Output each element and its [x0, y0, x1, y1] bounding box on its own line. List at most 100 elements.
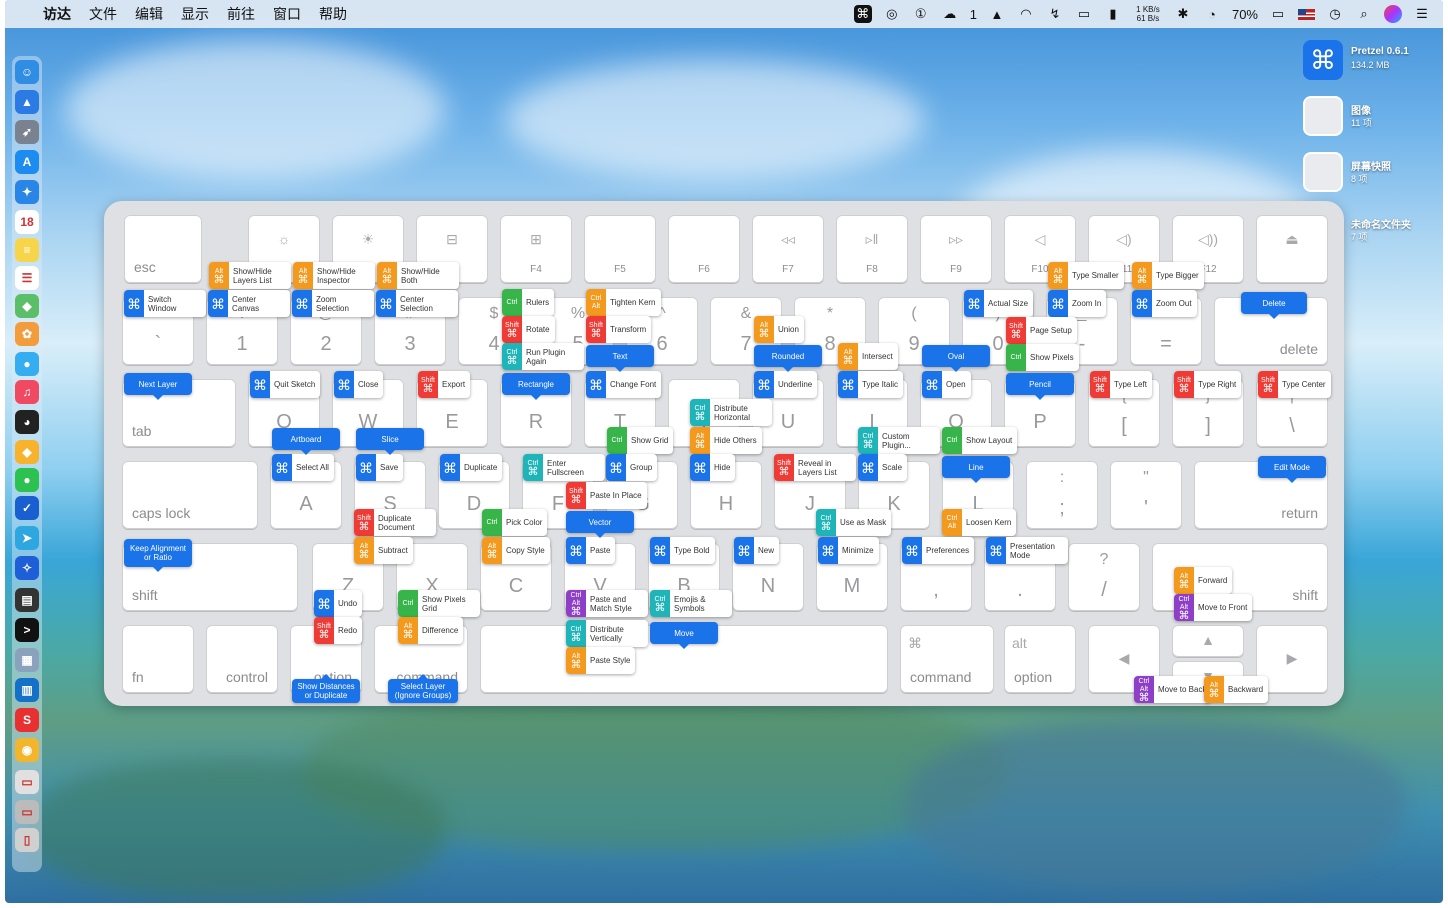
notes-icon[interactable]: ≡	[15, 238, 39, 262]
shortcut-chip: ⌘ Presentation Mode	[986, 537, 1068, 564]
pretzel-status-icon[interactable]: ⌘	[853, 5, 872, 23]
tasks-icon[interactable]: ✓	[15, 496, 39, 520]
command-icon: ⌘	[570, 658, 582, 671]
telegram-icon[interactable]: ➤	[15, 526, 39, 550]
qq-icon[interactable]: ◕	[15, 410, 39, 434]
menu-window[interactable]: 窗口	[273, 4, 301, 24]
pin-icon[interactable]: ↯	[1046, 5, 1064, 23]
modifier-badge: Shift ⌘	[586, 316, 606, 343]
desktop-item-pretzel[interactable]: ⌘ Pretzel 0.6.1 134.2 MB	[1303, 40, 1433, 84]
key-legend: N	[760, 575, 776, 597]
key-control: control	[206, 625, 278, 693]
photos-icon[interactable]: ✿	[15, 322, 39, 346]
launchpad-icon[interactable]: ➶	[15, 120, 39, 144]
butterfly-icon[interactable]: ✧	[15, 556, 39, 580]
menu-go[interactable]: 前往	[227, 4, 255, 24]
stats-icon[interactable]: ▮	[1104, 5, 1122, 23]
menu-file[interactable]: 文件	[89, 4, 117, 24]
reminders-icon[interactable]: ☰	[15, 266, 39, 290]
tool-shortcut-tag: Oval	[922, 345, 990, 372]
wps-icon[interactable]: S	[15, 708, 39, 732]
desktop-item-images[interactable]: 图像 11 项	[1303, 96, 1433, 140]
shortcut-chip: Ctrl Show Grid	[607, 427, 674, 454]
key-glyph-icon: ☀	[361, 231, 375, 247]
preview-icon[interactable]: ▦	[15, 648, 39, 672]
key-legend: M	[843, 575, 861, 597]
wechat-status-icon[interactable]: ☁	[941, 5, 959, 23]
command-icon: ⌘	[862, 438, 874, 451]
clock-icon[interactable]: ◷	[1326, 5, 1344, 23]
modifier-label: Ctrl	[506, 298, 518, 306]
sketch-icon[interactable]: ◆	[15, 440, 39, 464]
key-legend: ,	[933, 579, 939, 601]
trello-icon[interactable]: ▥	[15, 678, 39, 702]
command-icon: ⌘	[211, 295, 225, 312]
key-shift-symbol: *	[826, 305, 834, 322]
command-icon: ⌘	[297, 273, 309, 286]
command-icon: ⌘	[925, 376, 939, 393]
files-icon[interactable]: ▭	[15, 800, 39, 824]
password-status-icon[interactable]: ①	[912, 5, 930, 23]
key-glyph-icon: ◁	[1034, 231, 1046, 247]
wifi-icon[interactable]: ◔	[1203, 5, 1221, 23]
modifier-label: Ctrl	[1010, 353, 1022, 361]
key-shift-symbol: :	[1059, 469, 1065, 486]
command-icon: ⌘	[841, 376, 855, 393]
maps-icon[interactable]: ◆	[15, 294, 39, 318]
siri-icon[interactable]	[1384, 5, 1402, 23]
bluetooth-icon[interactable]: ✱	[1174, 5, 1192, 23]
shortcut-label: Type Smaller	[1072, 271, 1119, 280]
owl-icon[interactable]: ◉	[15, 738, 39, 762]
app-store-icon[interactable]: A	[15, 150, 39, 174]
command-icon: ⌘	[379, 295, 393, 312]
shortcut-chip: Shift ⌘ Type Center	[1258, 371, 1331, 398]
shortcut-label: Move to Front	[1198, 603, 1248, 612]
modifier-badge: Alt ⌘	[1048, 262, 1068, 289]
calendar-icon[interactable]: 18	[15, 210, 39, 234]
display-icon[interactable]: ▭	[1075, 5, 1093, 23]
shortcut-label: Type Right	[1198, 380, 1237, 389]
battery-percent: 70%	[1231, 6, 1258, 22]
terminal-icon[interactable]: >	[15, 618, 39, 642]
notification-bell-icon[interactable]: ▲	[988, 5, 1006, 23]
control-center-icon[interactable]: ☰	[1413, 5, 1431, 23]
shortcut-chip: ⌘ Undo	[314, 590, 363, 617]
key-label: F6	[698, 264, 710, 275]
finder-icon[interactable]: ☺	[15, 60, 39, 84]
network-speed: 1 KB/s 61 B/s	[1133, 5, 1163, 23]
shortcut-label: Group	[630, 463, 653, 472]
shortcut-chip: Ctrl Rulers	[502, 289, 555, 316]
airdrop-icon[interactable]: ◠	[1017, 5, 1035, 23]
activity-monitor-icon[interactable]: ▤	[15, 588, 39, 612]
safari-icon[interactable]: ✦	[15, 180, 39, 204]
input-source-flag-icon[interactable]	[1298, 8, 1315, 20]
shortcut-chip: ⌘ Zoom Selection	[292, 290, 374, 317]
music-icon[interactable]: ♫	[15, 380, 39, 404]
key-esc: esc	[124, 215, 202, 283]
modifier-badge: Ctrl	[942, 427, 962, 454]
tool-shortcut-tag: Rounded	[754, 345, 822, 372]
battery-icon[interactable]: ▭	[1269, 5, 1287, 23]
messages-icon[interactable]: ●	[15, 352, 39, 376]
menu-help[interactable]: 帮助	[319, 4, 347, 24]
trash-icon[interactable]: ▯	[15, 828, 39, 852]
spotlight-search-icon[interactable]: ⌕	[1355, 5, 1373, 23]
modifier-badge: Alt ⌘	[209, 262, 229, 289]
shortcut-label: Move to Back	[1158, 685, 1207, 694]
shortcut-chip: ⌘ Actual Size	[964, 290, 1034, 317]
document-icon[interactable]: ▭	[15, 770, 39, 794]
desktop-item-screenshots[interactable]: 屏幕快照 8 项	[1303, 152, 1433, 196]
shortcut-chip: ⌘ Select All	[272, 454, 334, 481]
shortcut-label: Undo	[338, 599, 358, 608]
navigation-icon[interactable]: ▲	[15, 90, 39, 114]
wechat-icon[interactable]: ●	[15, 468, 39, 492]
modifier-badge: ⌘	[838, 371, 858, 398]
menu-edit[interactable]: 编辑	[135, 4, 163, 24]
cloud-status-icon[interactable]: ◎	[883, 5, 901, 23]
menu-view[interactable]: 显示	[181, 4, 209, 24]
shortcut-label: Switch Window	[148, 294, 177, 313]
shortcut-chip: ⌘ Scale	[858, 454, 908, 481]
command-icon: ⌘	[842, 354, 854, 367]
desktop-item-name: Pretzel 0.6.1	[1351, 46, 1409, 57]
menu-finder[interactable]: 访达	[43, 4, 71, 24]
